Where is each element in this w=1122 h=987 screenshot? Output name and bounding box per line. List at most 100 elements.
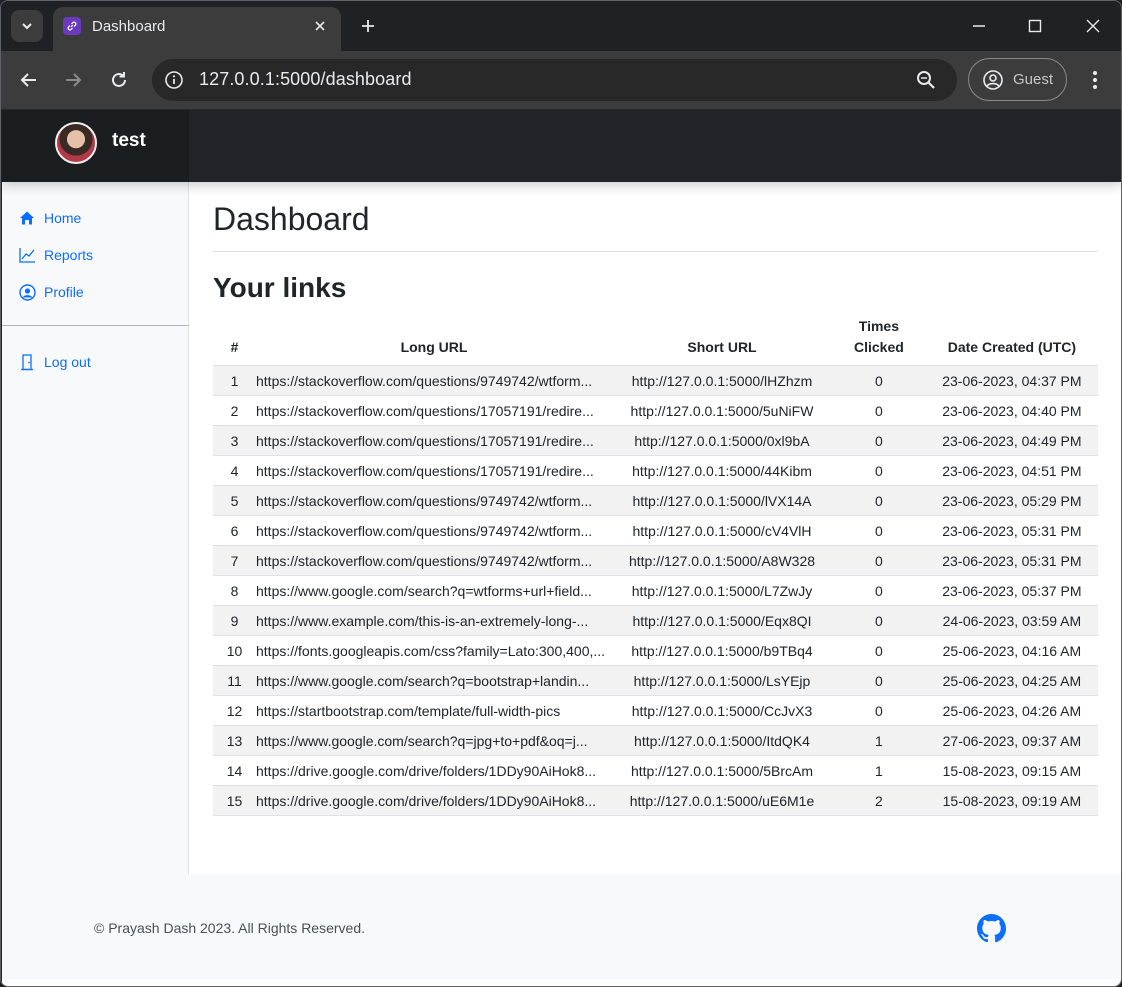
- reload-icon[interactable]: [105, 66, 133, 94]
- url-text: 127.0.0.1:5000/dashboard: [199, 69, 412, 89]
- table-row: 7 https://stackoverflow.com/questions/974…: [213, 545, 1098, 576]
- times-clicked-cell: 0: [832, 455, 926, 486]
- sidebar-item-label: Reports: [44, 247, 94, 263]
- long-url-cell: https://stackoverflow.com/questions/1705…: [256, 455, 612, 486]
- table-row: 11 https://www.google.com/search?q=bootst…: [213, 665, 1098, 696]
- short-url-cell: http://127.0.0.1:5000/lVX14A: [612, 485, 832, 516]
- short-url-cell: http://127.0.0.1:5000/lHZhzm: [612, 365, 832, 396]
- row-number: 7: [213, 545, 256, 576]
- row-number: 2: [213, 395, 256, 426]
- sidebar: Home Reports Profile Log out: [2, 182, 189, 874]
- table-row: 5 https://stackoverflow.com/questions/974…: [213, 485, 1098, 516]
- username: test: [112, 130, 146, 151]
- long-url-cell: https://drive.google.com/drive/folders/1…: [256, 755, 612, 786]
- column-header-short-url: Short URL: [612, 316, 832, 366]
- date-created-cell: 25-06-2023, 04:26 AM: [925, 695, 1098, 726]
- short-url-cell: http://127.0.0.1:5000/L7ZwJy: [612, 575, 832, 606]
- close-tab-icon[interactable]: [311, 17, 329, 35]
- browser-window: Dashboard 127.0.0.1:5000/dashboard Guest…: [0, 0, 1122, 987]
- times-clicked-cell: 0: [832, 605, 926, 636]
- sidebar-divider: [2, 325, 189, 326]
- page-viewport: test Home Reports Profile Log out Dashbo…: [2, 110, 1121, 986]
- row-number: 1: [213, 365, 256, 396]
- times-clicked-cell: 0: [832, 485, 926, 516]
- times-clicked-cell: 1: [832, 755, 926, 786]
- row-number: 8: [213, 575, 256, 606]
- table-header-row: # Long URL Short URL Times Clicked Date …: [213, 316, 1098, 366]
- row-number: 3: [213, 425, 256, 456]
- sidebar-item-reports[interactable]: Reports: [18, 243, 93, 267]
- short-url-cell: http://127.0.0.1:5000/cV4VlH: [612, 515, 832, 546]
- times-clicked-cell: 2: [832, 785, 926, 816]
- back-icon[interactable]: [15, 66, 43, 94]
- date-created-cell: 23-06-2023, 05:29 PM: [925, 485, 1098, 516]
- table-row: 3 https://stackoverflow.com/questions/170…: [213, 425, 1098, 456]
- github-icon[interactable]: [977, 914, 1006, 943]
- row-number: 4: [213, 455, 256, 486]
- maximize-icon[interactable]: [1022, 13, 1048, 39]
- long-url-cell: https://stackoverflow.com/questions/9749…: [256, 515, 612, 546]
- long-url-cell: https://startbootstrap.com/template/full…: [256, 695, 612, 726]
- short-url-cell: http://127.0.0.1:5000/CcJvX3: [612, 695, 832, 726]
- user-brand: test: [2, 110, 189, 182]
- forward-icon[interactable]: [59, 66, 87, 94]
- address-bar[interactable]: 127.0.0.1:5000/dashboard: [152, 59, 957, 101]
- column-header-times-clicked: Times Clicked: [832, 316, 926, 366]
- table-row: 9 https://www.example.com/this-is-an-extr…: [213, 605, 1098, 636]
- sidebar-item-logout[interactable]: Log out: [18, 350, 91, 374]
- new-tab-icon[interactable]: [355, 13, 381, 39]
- zoom-icon[interactable]: [915, 69, 937, 91]
- row-number: 10: [213, 635, 256, 666]
- date-created-cell: 23-06-2023, 05:31 PM: [925, 515, 1098, 546]
- site-info-icon[interactable]: [162, 68, 186, 92]
- short-url-cell: http://127.0.0.1:5000/ItdQK4: [612, 725, 832, 756]
- times-clicked-cell: 0: [832, 425, 926, 456]
- short-url-cell: http://127.0.0.1:5000/44Kibm: [612, 455, 832, 486]
- table-row: 8 https://www.google.com/search?q=wtforms…: [213, 575, 1098, 606]
- times-clicked-cell: 0: [832, 695, 926, 726]
- tab-search-button[interactable]: [11, 10, 43, 42]
- sidebar-item-label: Profile: [44, 284, 84, 300]
- table-row: 14 https://drive.google.com/drive/folders…: [213, 755, 1098, 786]
- long-url-cell: https://www.google.com/search?q=jpg+to+p…: [256, 725, 612, 756]
- title-divider: [213, 251, 1098, 252]
- minimize-icon[interactable]: [966, 13, 992, 39]
- short-url-cell: http://127.0.0.1:5000/LsYEjp: [612, 665, 832, 696]
- row-number: 11: [213, 665, 256, 696]
- browser-tab[interactable]: Dashboard: [53, 7, 341, 51]
- table-row: 15 https://drive.google.com/drive/folders…: [213, 785, 1098, 816]
- short-url-cell: http://127.0.0.1:5000/5BrcAm: [612, 755, 832, 786]
- date-created-cell: 15-08-2023, 09:19 AM: [925, 785, 1098, 816]
- sidebar-item-label: Log out: [44, 354, 91, 370]
- links-table: # Long URL Short URL Times Clicked Date …: [213, 316, 1098, 816]
- long-url-cell: https://stackoverflow.com/questions/1705…: [256, 425, 612, 456]
- long-url-cell: https://stackoverflow.com/questions/9749…: [256, 545, 612, 576]
- long-url-cell: https://www.google.com/search?q=wtforms+…: [256, 575, 612, 606]
- short-url-cell: http://127.0.0.1:5000/Eqx8QI: [612, 605, 832, 636]
- column-header-long-url: Long URL: [256, 316, 612, 366]
- tab-title: Dashboard: [92, 18, 166, 35]
- sidebar-item-profile[interactable]: Profile: [18, 280, 84, 304]
- date-created-cell: 15-08-2023, 09:15 AM: [925, 755, 1098, 786]
- avatar: [55, 122, 97, 164]
- short-url-cell: http://127.0.0.1:5000/0xl9bA: [612, 425, 832, 456]
- table-row: 2 https://stackoverflow.com/questions/170…: [213, 395, 1098, 426]
- tab-strip: Dashboard: [1, 1, 1121, 51]
- date-created-cell: 23-06-2023, 04:51 PM: [925, 455, 1098, 486]
- table-row: 1 https://stackoverflow.com/questions/974…: [213, 365, 1098, 396]
- profile-button[interactable]: Guest: [968, 58, 1067, 101]
- row-number: 14: [213, 755, 256, 786]
- long-url-cell: https://stackoverflow.com/questions/9749…: [256, 365, 612, 396]
- date-created-cell: 23-06-2023, 05:37 PM: [925, 575, 1098, 606]
- times-clicked-cell: 1: [832, 725, 926, 756]
- profile-label: Guest: [1013, 71, 1054, 88]
- long-url-cell: https://drive.google.com/drive/folders/1…: [256, 785, 612, 816]
- close-window-icon[interactable]: [1080, 13, 1106, 39]
- home-icon: [18, 209, 36, 227]
- table-row: 10 https://fonts.googleapis.com/css?famil…: [213, 635, 1098, 666]
- row-number: 6: [213, 515, 256, 546]
- long-url-cell: https://stackoverflow.com/questions/9749…: [256, 485, 612, 516]
- sidebar-item-home[interactable]: Home: [18, 206, 81, 230]
- date-created-cell: 23-06-2023, 04:37 PM: [925, 365, 1098, 396]
- more-menu-icon[interactable]: [1083, 67, 1107, 93]
